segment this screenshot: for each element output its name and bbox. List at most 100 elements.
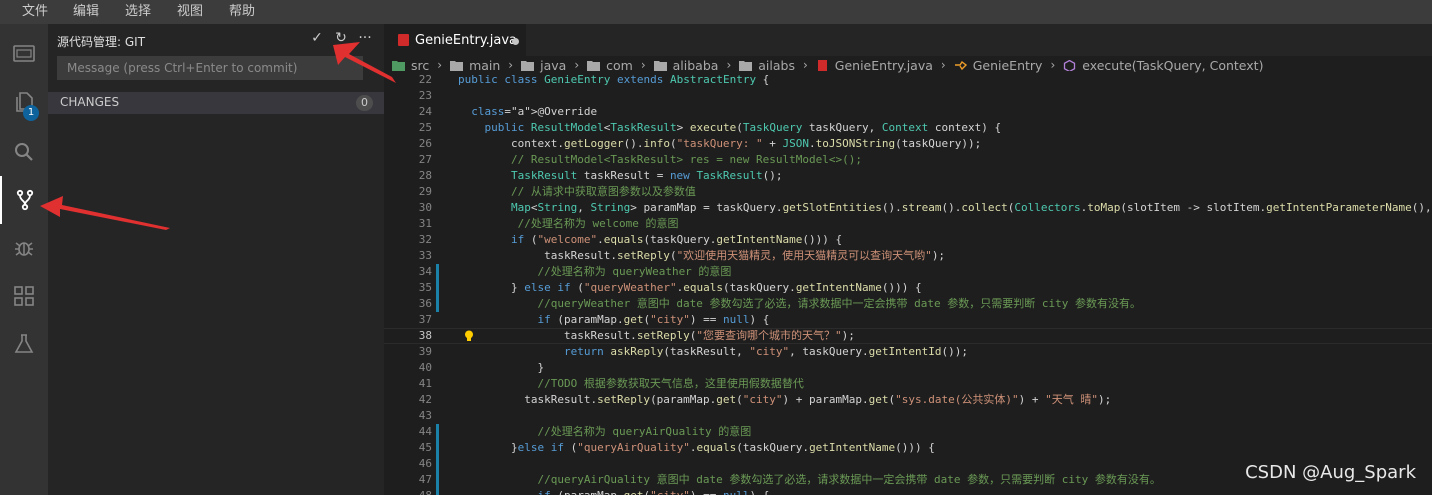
- code-line[interactable]: 31 //处理名称为 welcome 的意图: [384, 216, 1432, 232]
- breadcrumb-item[interactable]: alibaba: [653, 58, 718, 73]
- code-line[interactable]: 22 public class GenieEntry extends Abstra…: [384, 74, 1432, 88]
- code-text: if ("welcome".equals(taskQuery.getIntent…: [510, 233, 843, 246]
- code-line[interactable]: 26 context.getLogger().info("taskQuery: …: [384, 136, 1432, 152]
- search-icon: [15, 143, 33, 161]
- flask-icon: [14, 334, 34, 353]
- menu-view[interactable]: 视图: [177, 0, 203, 24]
- code-line[interactable]: 38 taskResult.setReply("您要查询哪个城市的天气？");: [384, 328, 1432, 344]
- changes-label: CHANGES: [60, 95, 120, 109]
- breadcrumb-item[interactable]: src: [392, 58, 429, 73]
- line-number: 32: [418, 233, 432, 246]
- source-control-icon: [16, 189, 34, 211]
- line-number: 26: [418, 137, 432, 150]
- code-line[interactable]: 29 // 从请求中获取意图参数以及参数值: [384, 184, 1432, 200]
- line-number: 38: [418, 329, 432, 342]
- code-line[interactable]: 30 Map<String, String> paramMap = taskQu…: [384, 200, 1432, 216]
- line-number: 27: [418, 153, 432, 166]
- menu-bar: 文件 编辑 选择 视图 帮助: [0, 0, 1432, 24]
- menu-help[interactable]: 帮助: [229, 0, 255, 24]
- menu-selection[interactable]: 选择: [125, 0, 151, 24]
- breadcrumb-item[interactable]: ailabs: [739, 58, 795, 73]
- line-number: 24: [418, 105, 432, 118]
- more-actions-icon[interactable]: ···: [356, 30, 374, 46]
- extensions-button[interactable]: [0, 272, 48, 320]
- code-line[interactable]: 44 //处理名称为 queryAirQuality 的意图: [384, 424, 1432, 440]
- code-text: Map<String, String> paramMap = taskQuery…: [510, 201, 1432, 214]
- code-line[interactable]: 33 taskResult.setReply("欢迎使用天猫精灵，使用天猫精灵可…: [384, 248, 1432, 264]
- code-line[interactable]: 27 // ResultModel<TaskResult> res = new …: [384, 152, 1432, 168]
- code-text: }: [458, 361, 545, 374]
- code-line[interactable]: 45 }else if ("queryAirQuality".equals(ta…: [384, 440, 1432, 456]
- folder-icon: [521, 60, 535, 71]
- line-number: 36: [418, 297, 432, 310]
- remote-explorer-button[interactable]: [0, 30, 48, 78]
- line-number: 37: [418, 313, 432, 326]
- line-number: 44: [418, 425, 432, 438]
- breadcrumb-item[interactable]: GenieEntry.java: [816, 58, 933, 73]
- code-text: //处理名称为 queryAirQuality 的意图: [458, 425, 752, 438]
- breadcrumb-item[interactable]: GenieEntry: [954, 58, 1042, 73]
- folder-icon: [392, 60, 405, 71]
- code-text: //queryWeather 意图中 date 参数勾选了必选，请求数据中一定会…: [458, 297, 1142, 310]
- line-number: 34: [418, 265, 432, 278]
- code-text: taskResult.setReply(paramMap.get("city")…: [458, 393, 1112, 406]
- chevron-right-icon: ›: [640, 58, 646, 72]
- code-text: public class GenieEntry extends Abstract…: [458, 74, 770, 86]
- refresh-icon[interactable]: ↻: [332, 30, 350, 46]
- code-line[interactable]: 41 //TODO 根据参数获取天气信息，这里使用假数据替代: [384, 376, 1432, 392]
- code-line[interactable]: 48 if (paramMap.get("city") == null) {: [384, 488, 1432, 495]
- watermark: CSDN @Aug_Spark: [1245, 462, 1416, 483]
- chevron-right-icon: ›: [940, 58, 946, 72]
- code-text: class="a">@Override: [471, 105, 598, 118]
- source-control-button[interactable]: [0, 176, 48, 224]
- breadcrumb-item[interactable]: java: [521, 58, 566, 73]
- chevron-right-icon: ›: [802, 58, 808, 72]
- code-line[interactable]: 28 TaskResult taskResult = new TaskResul…: [384, 168, 1432, 184]
- code-line[interactable]: 40 }: [384, 360, 1432, 376]
- testing-button[interactable]: [0, 320, 48, 368]
- code-line[interactable]: 36 //queryWeather 意图中 date 参数勾选了必选，请求数据中…: [384, 296, 1432, 312]
- code-text: TaskResult taskResult = new TaskResult()…: [510, 169, 783, 182]
- code-editor[interactable]: 22 public class GenieEntry extends Abstra…: [384, 74, 1432, 495]
- folder-icon: [653, 60, 667, 71]
- source-control-panel: 源代码管理: GIT ✓ ↻ ··· CHANGES 0: [48, 24, 384, 495]
- tab-genie-entry[interactable]: GenieEntry.java: [384, 24, 526, 56]
- line-number: 31: [418, 217, 432, 230]
- chevron-right-icon: ›: [508, 58, 514, 72]
- debug-button[interactable]: [0, 224, 48, 272]
- code-line[interactable]: 24 class="a">@Override: [384, 104, 1432, 120]
- code-line[interactable]: 39 return askReply(taskResult, "city", t…: [384, 344, 1432, 360]
- code-text: taskResult.setReply("您要查询哪个城市的天气？");: [458, 329, 855, 342]
- commit-message-input[interactable]: [57, 56, 363, 80]
- code-line[interactable]: 43: [384, 408, 1432, 424]
- line-number: 30: [418, 201, 432, 214]
- code-line[interactable]: 42 taskResult.setReply(paramMap.get("cit…: [384, 392, 1432, 408]
- commit-check-icon[interactable]: ✓: [308, 30, 326, 46]
- editor-tabs: GenieEntry.java: [384, 24, 1432, 56]
- java-file-icon: [817, 59, 827, 71]
- chevron-right-icon: ›: [726, 58, 732, 72]
- menu-file[interactable]: 文件: [22, 0, 48, 24]
- folder-icon: [587, 60, 601, 71]
- monitor-icon: [13, 45, 35, 62]
- changes-section-header[interactable]: CHANGES 0: [48, 92, 384, 114]
- breadcrumb-item[interactable]: com: [587, 58, 633, 73]
- code-line[interactable]: 25 public ResultModel<TaskResult> execut…: [384, 120, 1432, 136]
- line-number: 42: [418, 393, 432, 406]
- code-line[interactable]: 23: [384, 88, 1432, 104]
- breadcrumb-item[interactable]: execute(TaskQuery, Context): [1063, 58, 1263, 73]
- explorer-button[interactable]: [0, 78, 48, 126]
- breadcrumb-item[interactable]: main: [450, 58, 500, 73]
- folder-icon: [450, 60, 464, 71]
- method-icon: [1064, 59, 1076, 71]
- code-line[interactable]: 32 if ("welcome".equals(taskQuery.getInt…: [384, 232, 1432, 248]
- line-number: 41: [418, 377, 432, 390]
- search-button[interactable]: [0, 128, 48, 176]
- code-line[interactable]: 34 //处理名称为 queryWeather 的意图: [384, 264, 1432, 280]
- unsaved-dot-icon[interactable]: [512, 38, 519, 45]
- menu-edit[interactable]: 编辑: [73, 0, 99, 24]
- code-line[interactable]: 37 if (paramMap.get("city") == null) {: [384, 312, 1432, 328]
- activity-bar: 1: [0, 24, 48, 495]
- code-text: public ResultModel<TaskResult> execute(T…: [484, 121, 1002, 134]
- code-line[interactable]: 35 } else if ("queryWeather".equals(task…: [384, 280, 1432, 296]
